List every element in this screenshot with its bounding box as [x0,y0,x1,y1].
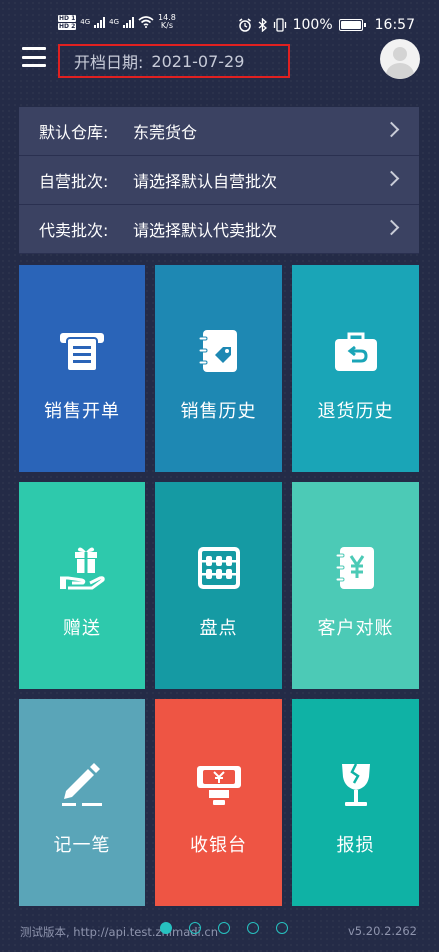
opening-date-highlight: 开档日期: 2021-07-29 [58,44,290,78]
tile-label: 客户对账 [317,618,394,639]
consign-batch-label: 代卖批次: [39,221,109,240]
battery-icon [338,19,366,31]
function-grid: 销售开单 销售历史 退货历史 赠送 盘点 客户对账 记一笔 收银台 报损 [19,265,420,906]
tile-damage-report[interactable]: 报损 [292,699,419,906]
page-indicator [160,922,288,934]
warehouse-label: 默认仓库: [39,123,109,142]
tile-label: 销售历史 [180,401,257,422]
own-batch-label: 自营批次: [39,172,109,191]
opening-date-value: 2021-07-29 [151,51,245,71]
tile-label: 销售开单 [44,401,120,422]
warehouse-value: 东莞货仓 [133,123,198,142]
cashier-icon [196,766,241,805]
tile-label: 记一笔 [53,835,111,856]
hd1-badge: HD 1 [58,14,77,22]
page-dot[interactable] [160,922,172,934]
tile-cashier[interactable]: 收银台 [155,699,282,906]
menu-icon[interactable] [22,47,46,67]
page-dot[interactable] [247,922,259,934]
pencil-note-icon [62,763,102,806]
chevron-right-icon [383,219,400,236]
tile-record-note[interactable]: 记一笔 [19,699,145,906]
tile-sales-order[interactable]: 销售开单 [19,265,145,472]
avatar[interactable] [380,39,420,79]
vibrate-icon [273,18,286,32]
yuan-notebook-icon [335,547,374,589]
return-bag-icon [334,332,377,371]
settings-row-warehouse[interactable]: 默认仓库: 东莞货仓 [19,107,419,156]
settings-list: 默认仓库: 东莞货仓 自营批次: 请选择默认自营批次 代卖批次: 请选择默认代卖… [19,107,419,254]
version-number: v5.20.2.262 [348,924,417,938]
broken-glass-icon [341,763,370,806]
footer: 测试版本, http://api.test.zhimadi.cn v5.20.2… [0,918,439,942]
network2-label: 4G [109,18,120,26]
status-bar: HD 1 HD 2 4G 4G 14.8 K/s 100% 16:57 [0,0,439,40]
tile-customer-statement[interactable]: 客户对账 [292,482,419,689]
own-batch-value: 请选择默认自营批次 [133,172,278,191]
speed-unit: K/s [160,21,173,30]
settings-row-own-batch[interactable]: 自营批次: 请选择默认自营批次 [19,156,419,205]
tile-return-history[interactable]: 退货历史 [292,265,419,472]
settings-row-consign-batch[interactable]: 代卖批次: 请选择默认代卖批次 [19,205,419,254]
consign-batch-value: 请选择默认代卖批次 [133,221,278,240]
signal1-icon [94,16,106,28]
wifi-icon [138,16,154,28]
network1-label: 4G [80,18,91,26]
page-dot[interactable] [276,922,288,934]
receipt-printer-icon [60,333,104,372]
hd-badges: HD 1 HD 2 [58,14,77,30]
status-right: 100% 16:57 [238,17,415,33]
page-dot[interactable] [218,922,230,934]
avatar-head-shape [393,47,407,61]
page-dot[interactable] [189,922,201,934]
gift-hand-icon [60,547,105,590]
tile-label: 盘点 [199,618,238,639]
opening-date-label: 开档日期: [74,53,144,72]
tile-stocktake[interactable]: 盘点 [155,482,282,689]
avatar-body-shape [386,63,414,79]
tile-sales-history[interactable]: 销售历史 [155,265,282,472]
signal2-icon [123,16,135,28]
tile-label: 收银台 [190,835,247,856]
abacus-icon [197,547,240,589]
chevron-right-icon [383,170,400,187]
alarm-icon [238,18,251,32]
chevron-right-icon [383,121,400,138]
clock-time: 16:57 [374,17,415,33]
status-left: HD 1 HD 2 4G 4G 14.8 K/s [58,14,176,30]
battery-percent: 100% [292,17,333,33]
tile-gift[interactable]: 赠送 [19,482,145,689]
hd2-badge: HD 2 [58,22,77,30]
network-speed: 14.8 K/s [158,14,176,30]
tile-label: 报损 [336,835,375,856]
bluetooth-icon [258,18,267,32]
notebook-tag-icon [198,330,237,372]
tile-label: 退货历史 [317,401,394,422]
tile-label: 赠送 [63,618,101,639]
